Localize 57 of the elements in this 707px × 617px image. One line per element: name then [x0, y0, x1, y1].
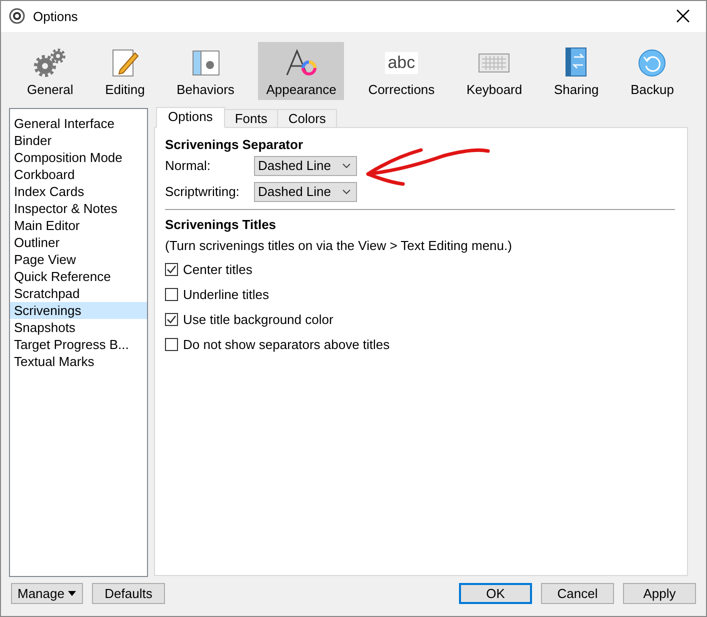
app-logo-icon	[9, 8, 25, 24]
checkbox-label: Underline titles	[183, 286, 269, 304]
checkbox-label: Use title background color	[183, 310, 334, 329]
toolbar-button[interactable]: Sharing	[546, 42, 607, 100]
window-icon	[190, 48, 221, 78]
toolbar-button[interactable]: Backup	[622, 42, 682, 100]
toolbar-button[interactable]: Editing	[97, 42, 153, 100]
list-item[interactable]: Quick Reference	[10, 268, 147, 285]
list-item[interactable]: Textual Marks	[10, 352, 147, 370]
field-label: Normal:	[165, 156, 212, 175]
section-heading: Scrivenings Separator	[165, 136, 304, 154]
chevron-icon	[342, 188, 351, 195]
window-title: Options	[33, 8, 78, 26]
list-item[interactable]: Page View	[10, 250, 147, 268]
section-heading: Scrivenings Titles	[165, 216, 278, 234]
font-icon	[284, 48, 318, 78]
field-label: Scriptwriting:	[165, 182, 240, 201]
checkbox[interactable]	[165, 313, 178, 326]
list-item[interactable]: Corkboard	[10, 166, 147, 183]
toolbar-button[interactable]: Behaviors	[168, 42, 242, 100]
button[interactable]: Cancel	[541, 583, 614, 604]
toolbar-button[interactable]: General	[19, 42, 82, 100]
button[interactable]: Apply	[623, 583, 696, 604]
close-icon[interactable]	[676, 9, 690, 24]
dropdown[interactable]: Dashed Line	[254, 182, 357, 202]
backup-icon	[637, 48, 668, 78]
list-item[interactable]: Outliner	[10, 234, 147, 251]
toolbar-button[interactable]: Keyboard	[458, 42, 530, 100]
button[interactable]: Defaults	[92, 583, 165, 604]
checkbox-label: Center titles	[183, 260, 252, 279]
tab[interactable]: Colors	[277, 108, 337, 128]
chevron-icon	[342, 162, 351, 169]
caret-icon	[68, 591, 76, 596]
list-item[interactable]: Binder	[10, 132, 147, 149]
tab[interactable]: Options	[156, 106, 225, 128]
toolbar-button[interactable]: Appearance	[258, 42, 344, 100]
abc-label-icon: abc	[384, 52, 418, 74]
checkbox[interactable]	[165, 263, 178, 276]
list-item[interactable]: Scrivenings	[10, 302, 147, 319]
notepad-icon	[110, 48, 140, 78]
list-item[interactable]: Target Progress B...	[10, 336, 147, 353]
checkbox[interactable]	[165, 338, 178, 352]
list-item[interactable]: Inspector & Notes	[10, 200, 147, 217]
list-item[interactable]: General Interface	[10, 114, 147, 132]
list-item[interactable]: Snapshots	[10, 318, 147, 336]
dropdown[interactable]: Dashed Line	[254, 156, 357, 176]
gears-icon	[33, 48, 68, 78]
hint-text: (Turn scrivenings titles on via the View > Text Editing menu.)	[165, 236, 513, 255]
menu-button[interactable]: Manage	[11, 583, 83, 604]
button[interactable]: OK	[459, 583, 532, 604]
list-item[interactable]: Index Cards	[10, 182, 147, 200]
list-item[interactable]: Main Editor	[10, 216, 147, 234]
list-item[interactable]: Composition Mode	[10, 148, 147, 166]
list-item[interactable]: Scratchpad	[10, 284, 147, 302]
toolbar-button[interactable]: abc Corrections	[360, 42, 443, 100]
checkbox[interactable]	[165, 288, 178, 302]
checkbox-label: Do not show separators above titles	[183, 336, 390, 354]
